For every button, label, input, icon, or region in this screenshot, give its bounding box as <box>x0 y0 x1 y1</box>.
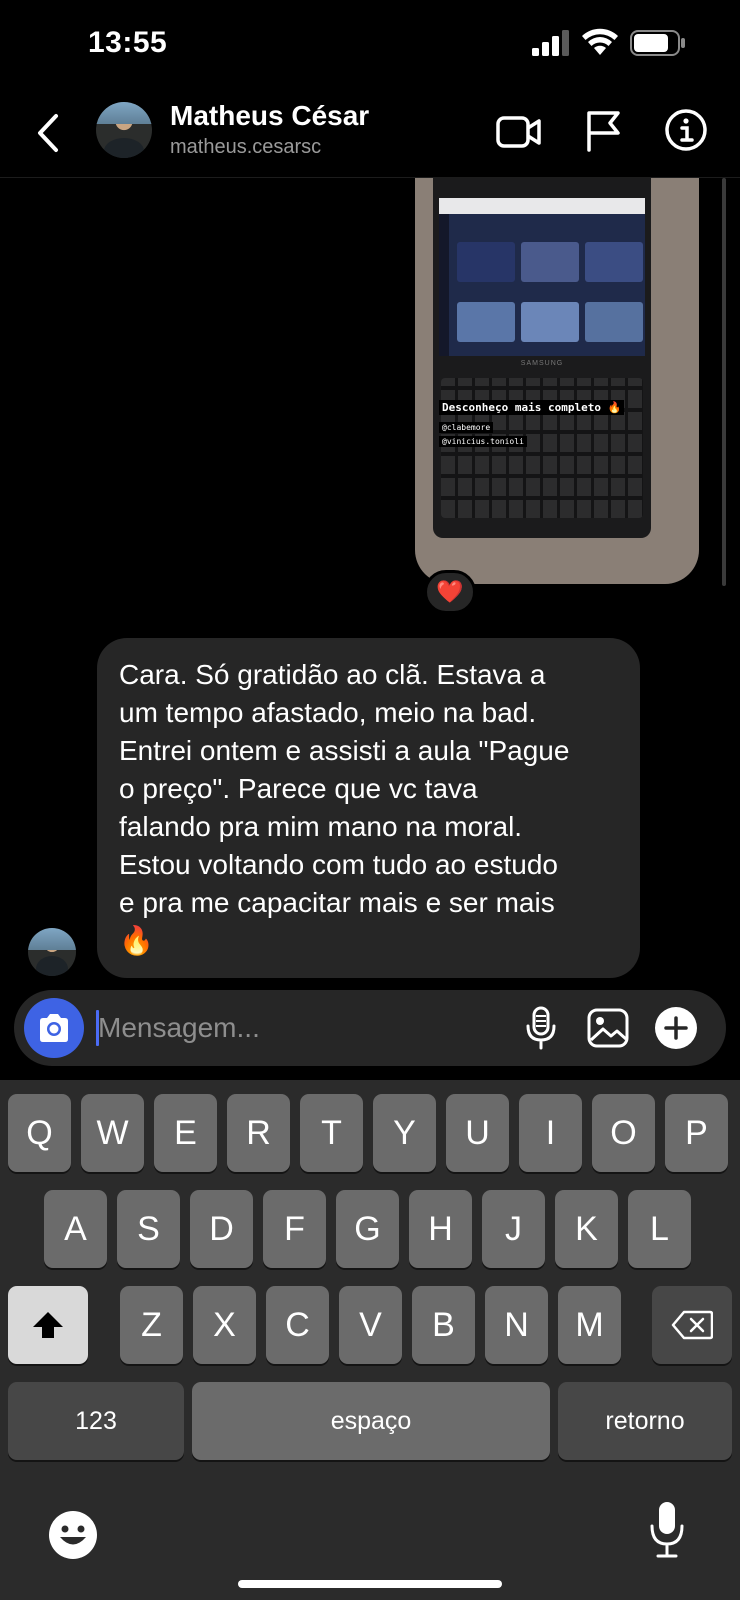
key-k[interactable]: K <box>555 1190 618 1268</box>
key-r[interactable]: R <box>227 1094 290 1172</box>
key-e[interactable]: E <box>154 1094 217 1172</box>
key-o[interactable]: O <box>592 1094 655 1172</box>
key-t[interactable]: T <box>300 1094 363 1172</box>
home-indicator[interactable] <box>238 1580 502 1588</box>
message-input[interactable] <box>98 1006 398 1050</box>
incoming-message[interactable]: Cara. Só gratidão ao clã. Estava a um te… <box>97 638 640 978</box>
shift-key[interactable] <box>8 1286 88 1364</box>
gallery-icon[interactable] <box>586 1006 630 1050</box>
keyboard: Q W E R T Y U I O P A S D F G H J K L Z … <box>0 1080 740 1600</box>
video-call-icon[interactable] <box>496 112 542 152</box>
status-time: 13:55 <box>88 26 168 59</box>
chat-header: Matheus César matheus.cesarsc <box>0 90 740 178</box>
key-p[interactable]: P <box>665 1094 728 1172</box>
flag-icon[interactable] <box>584 108 624 152</box>
return-key[interactable]: retorno <box>558 1382 732 1460</box>
shared-story-image[interactable]: SAMSUNG Desconheço mais completo 🔥 @clab… <box>415 178 699 584</box>
key-m[interactable]: M <box>558 1286 621 1364</box>
key-g[interactable]: G <box>336 1190 399 1268</box>
laptop-photo: SAMSUNG <box>433 178 651 538</box>
key-n[interactable]: N <box>485 1286 548 1364</box>
message-composer <box>14 990 726 1066</box>
key-l[interactable]: L <box>628 1190 691 1268</box>
key-c[interactable]: C <box>266 1286 329 1364</box>
laptop-keyboard <box>441 378 643 518</box>
key-u[interactable]: U <box>446 1094 509 1172</box>
status-bar: 13:55 <box>0 0 740 90</box>
microphone-icon[interactable] <box>524 1006 558 1050</box>
key-z[interactable]: Z <box>120 1286 183 1364</box>
laptop-brand: SAMSUNG <box>520 360 564 367</box>
camera-button[interactable] <box>24 998 84 1058</box>
dictation-mic-icon[interactable] <box>648 1500 686 1560</box>
key-i[interactable]: I <box>519 1094 582 1172</box>
story-caption: Desconheço mais completo 🔥 <box>439 400 625 415</box>
scrollbar[interactable] <box>722 178 726 586</box>
story-tag[interactable]: @vinicius.tonioli <box>439 436 527 447</box>
key-f[interactable]: F <box>263 1190 326 1268</box>
story-tag[interactable]: @clabemore <box>439 422 494 433</box>
back-icon[interactable] <box>30 110 64 156</box>
sender-avatar-image <box>28 928 76 976</box>
key-j[interactable]: J <box>482 1190 545 1268</box>
key-y[interactable]: Y <box>373 1094 436 1172</box>
backspace-key[interactable] <box>652 1286 732 1364</box>
info-icon[interactable] <box>664 108 708 152</box>
key-b[interactable]: B <box>412 1286 475 1364</box>
numbers-key[interactable]: 123 <box>8 1382 184 1460</box>
shift-icon <box>33 1312 63 1338</box>
battery-icon <box>630 30 685 56</box>
key-w[interactable]: W <box>81 1094 144 1172</box>
heart-reaction[interactable]: ❤️ <box>424 570 476 614</box>
contact-username[interactable]: matheus.cesarsc <box>170 136 321 159</box>
camera-icon <box>40 1014 68 1042</box>
key-x[interactable]: X <box>193 1286 256 1364</box>
contact-name[interactable]: Matheus César <box>170 100 369 132</box>
emoji-icon[interactable] <box>46 1508 100 1562</box>
wifi-icon <box>582 28 618 55</box>
cellular-signal-icon <box>532 30 569 56</box>
key-v[interactable]: V <box>339 1286 402 1364</box>
backspace-icon <box>671 1310 713 1340</box>
key-s[interactable]: S <box>117 1190 180 1268</box>
key-d[interactable]: D <box>190 1190 253 1268</box>
key-q[interactable]: Q <box>8 1094 71 1172</box>
key-a[interactable]: A <box>44 1190 107 1268</box>
key-h[interactable]: H <box>409 1190 472 1268</box>
plus-icon[interactable] <box>654 1006 698 1050</box>
laptop-screen <box>439 198 645 356</box>
sender-avatar[interactable] <box>28 928 76 976</box>
space-key[interactable]: espaço <box>192 1382 550 1460</box>
contact-avatar[interactable] <box>96 102 152 158</box>
